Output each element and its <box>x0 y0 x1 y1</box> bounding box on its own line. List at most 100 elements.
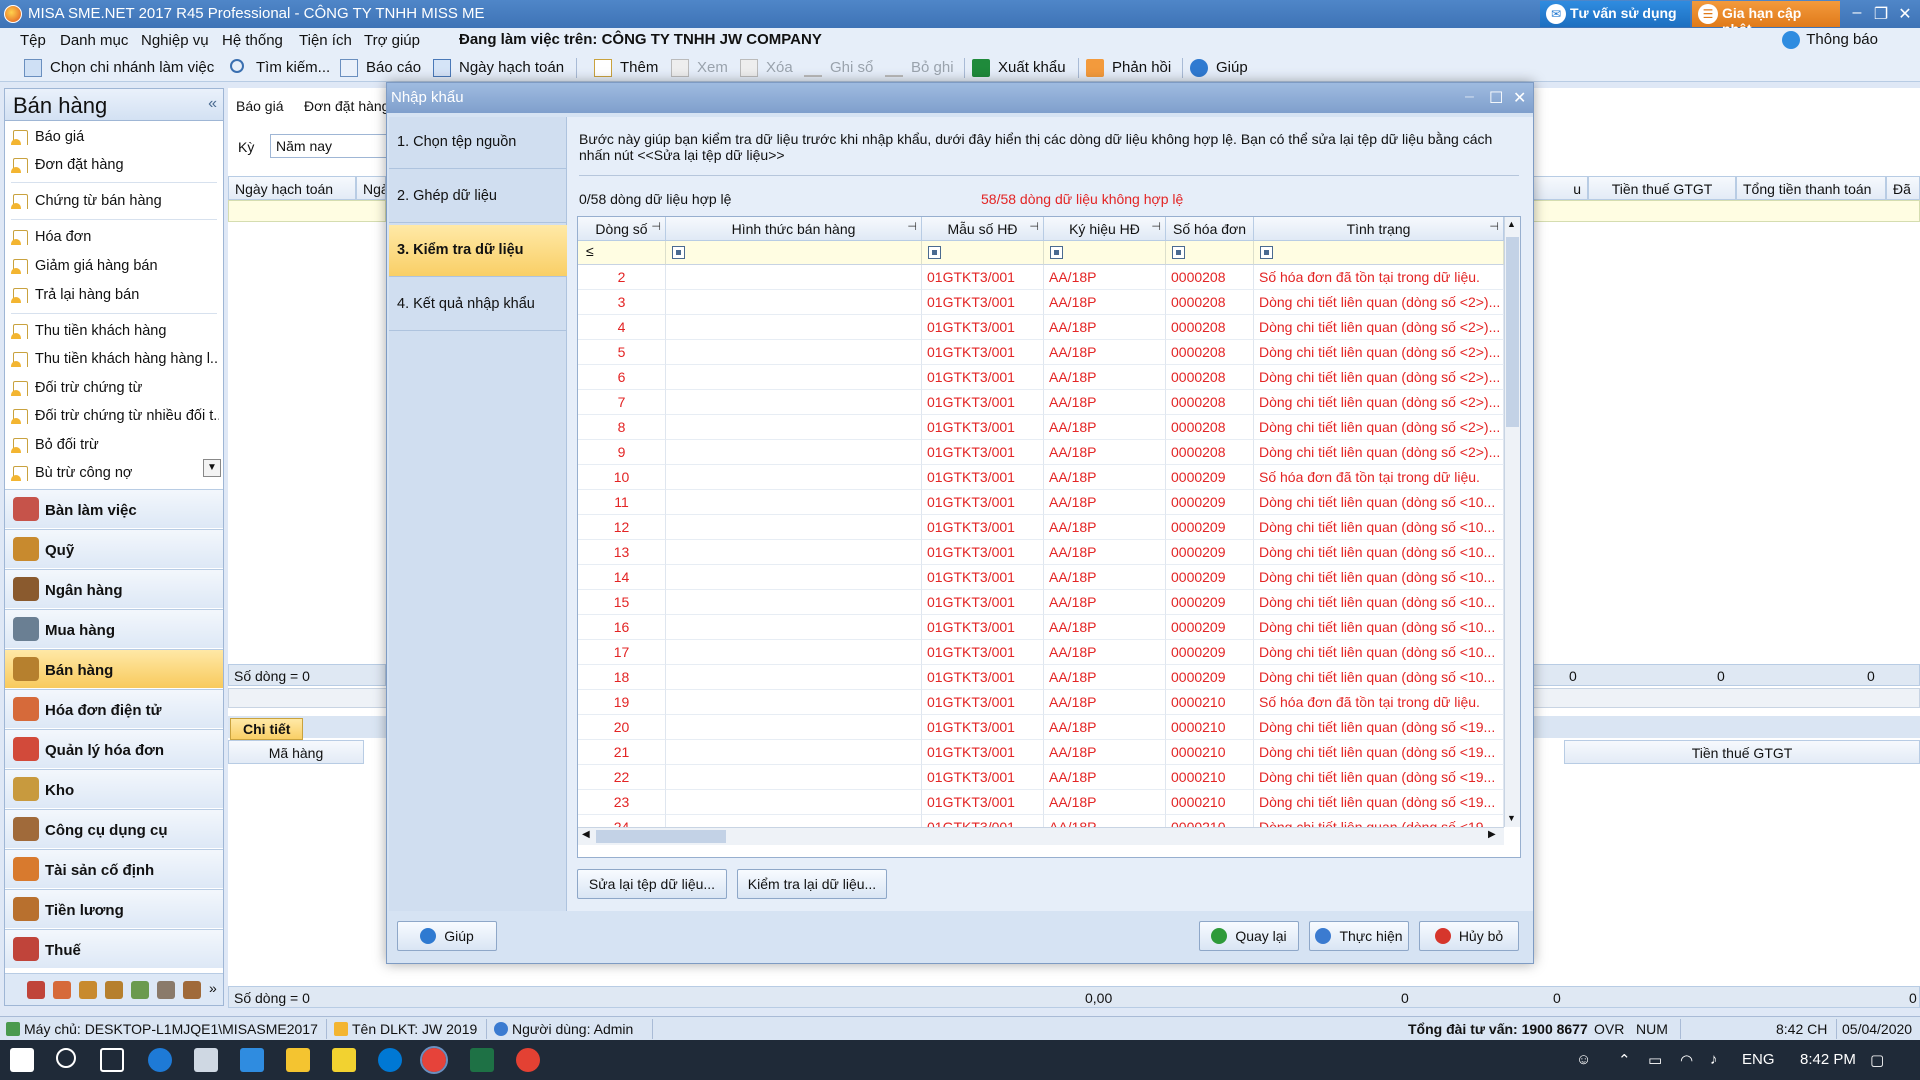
column-da[interactable]: Đã <box>1886 176 1920 200</box>
table-row[interactable]: 14 01GTKT3/001 AA/18P 0000209 Dòng chi tiết … <box>578 565 1504 590</box>
battery-icon[interactable]: ▭ <box>1648 1051 1662 1069</box>
dialog-maximize-icon[interactable]: ☐ <box>1489 88 1503 108</box>
nav-link-quote[interactable]: Báo giá <box>11 129 219 145</box>
table-row[interactable]: 9 01GTKT3/001 AA/18P 0000208 Dòng chi tiết l… <box>578 440 1504 465</box>
menu-catalog[interactable]: Danh mục <box>60 32 128 49</box>
people-icon[interactable]: ☺ <box>1576 1051 1591 1068</box>
recheck-data-button[interactable]: Kiểm tra lại dữ liệu... <box>737 869 887 899</box>
unpost-button[interactable]: Bỏ ghi <box>885 59 954 77</box>
collapse-icon[interactable]: « <box>208 95 217 113</box>
nav-link-return[interactable]: Trả lại hàng bán <box>11 287 219 303</box>
tab-order[interactable]: Đơn đặt hàng <box>304 98 389 114</box>
minimize-icon[interactable]: – <box>1846 4 1868 22</box>
chevron-up-icon[interactable]: ⌃ <box>1618 1051 1631 1069</box>
misa-app-icon[interactable] <box>420 1046 448 1074</box>
add-button[interactable]: Thêm <box>594 59 658 77</box>
column-line-no[interactable]: Dòng số ⊣ <box>578 217 666 241</box>
menu-file[interactable]: Tệp <box>20 32 46 49</box>
help-button[interactable]: Giúp <box>1190 59 1248 77</box>
edge-icon[interactable] <box>148 1048 172 1072</box>
detail-column-item[interactable]: Mã hàng <box>228 740 364 764</box>
support-button[interactable]: ✉ Tư vấn sử dụng <box>1540 1 1690 27</box>
scroll-down-icon[interactable]: ▼ <box>1507 813 1516 823</box>
detail-column-vat[interactable]: Tiền thuế GTGT <box>1564 740 1920 764</box>
nav-link-offset[interactable]: Đối trừ chứng từ <box>11 380 219 396</box>
nav-link-cancel-offset[interactable]: Bỏ đối trừ <box>11 437 219 453</box>
vertical-scrollbar[interactable]: ▲ ▼ <box>1504 217 1520 827</box>
tab-quote[interactable]: Báo giá <box>236 98 283 114</box>
feedback-button[interactable]: Phản hồi <box>1086 59 1171 77</box>
search-icon[interactable] <box>56 1048 76 1068</box>
dialog-minimize-icon[interactable]: – <box>1465 88 1474 106</box>
branch-button[interactable]: Chọn chi nhánh làm việc <box>24 59 214 77</box>
module-bank[interactable]: Ngân hàng <box>5 569 223 608</box>
tab-detail[interactable]: Chi tiết <box>230 718 304 740</box>
table-row[interactable]: 20 01GTKT3/001 AA/18P 0000210 Dòng chi tiết … <box>578 715 1504 740</box>
delete-button[interactable]: Xóa <box>740 59 793 77</box>
table-row[interactable]: 6 01GTKT3/001 AA/18P 0000208 Dòng chi tiết l… <box>578 365 1504 390</box>
column-total[interactable]: Tổng tiền thanh toán <box>1736 176 1886 200</box>
column-invoice-number[interactable]: Số hóa đơn <box>1166 217 1254 241</box>
sticky-notes-icon[interactable] <box>332 1048 356 1072</box>
scroll-thumb[interactable] <box>1506 237 1519 427</box>
column-posting-date[interactable]: Ngày hạch toán <box>228 176 356 200</box>
file-explorer-icon[interactable] <box>286 1048 310 1072</box>
search-button[interactable]: Tìm kiếm... <box>230 59 330 76</box>
taskbar-clock[interactable]: 8:42 PM <box>1800 1051 1856 1068</box>
column-ng[interactable]: Ngà <box>356 176 386 200</box>
dialog-close-icon[interactable]: ✕ <box>1513 88 1526 108</box>
excel-icon[interactable] <box>470 1048 494 1072</box>
table-row[interactable]: 12 01GTKT3/001 AA/18P 0000209 Dòng chi tiết … <box>578 515 1504 540</box>
task-view-icon[interactable] <box>100 1048 124 1072</box>
table-row[interactable]: 10 01GTKT3/001 AA/18P 0000209 Số hóa đơn đã … <box>578 465 1504 490</box>
module-mini-icon[interactable] <box>27 981 45 999</box>
module-sales[interactable]: Bán hàng <box>5 649 223 688</box>
period-select[interactable]: Năm nay <box>270 134 390 158</box>
table-row[interactable]: 3 01GTKT3/001 AA/18P 0000208 Dòng chi tiết l… <box>578 290 1504 315</box>
module-tools[interactable]: Công cụ dụng cụ <box>5 809 223 848</box>
module-mini-icon[interactable] <box>131 981 149 999</box>
module-e-invoice[interactable]: Hóa đơn điện tử <box>5 689 223 728</box>
table-row[interactable]: 16 01GTKT3/001 AA/18P 0000209 Dòng chi tiết … <box>578 615 1504 640</box>
module-fixed-assets[interactable]: Tài sản cố định <box>5 849 223 888</box>
edit-file-button[interactable]: Sửa lại tệp dữ liệu... <box>577 869 727 899</box>
filter-line-no[interactable]: ≤ <box>578 241 666 265</box>
restore-icon[interactable]: ❐ <box>1870 4 1892 24</box>
table-row[interactable]: 17 01GTKT3/001 AA/18P 0000209 Dòng chi tiết … <box>578 640 1504 665</box>
module-tax[interactable]: Thuế <box>5 929 223 968</box>
close-icon[interactable]: ✕ <box>1894 4 1916 24</box>
nav-link-sales-voucher[interactable]: Chứng từ bán hàng <box>11 193 219 209</box>
module-purchase[interactable]: Mua hàng <box>5 609 223 648</box>
store-icon[interactable] <box>194 1048 218 1072</box>
mail-icon[interactable] <box>240 1048 264 1072</box>
filter-row[interactable] <box>228 200 386 222</box>
filter-status[interactable] <box>1254 241 1504 265</box>
filter-invoice-number[interactable] <box>1166 241 1254 265</box>
nav-link-debt-clearing[interactable]: Bù trừ công nợ <box>11 465 219 481</box>
export-button[interactable]: Xuất khẩu <box>972 59 1066 77</box>
nav-link-offset-multi[interactable]: Đối trừ chứng từ nhiều đối t... <box>11 408 219 424</box>
step-choose-source[interactable]: 1. Chọn tệp nguồn <box>389 117 567 169</box>
column-invoice-template[interactable]: Mẫu số HĐ ⊣ <box>922 217 1044 241</box>
table-row[interactable]: 15 01GTKT3/001 AA/18P 0000209 Dòng chi tiết … <box>578 590 1504 615</box>
column-vat[interactable]: Tiền thuế GTGT <box>1588 176 1736 200</box>
messenger-icon[interactable] <box>378 1048 402 1072</box>
volume-icon[interactable]: ♪ <box>1710 1051 1718 1068</box>
report-button[interactable]: Báo cáo <box>340 59 421 77</box>
scroll-up-icon[interactable]: ▲ <box>1507 219 1516 229</box>
module-mini-icon[interactable] <box>183 981 201 999</box>
menu-system[interactable]: Hệ thống <box>222 32 283 49</box>
step-import-result[interactable]: 4. Kết quả nhập khẩu <box>389 279 567 331</box>
more-modules-icon[interactable]: » <box>209 980 217 996</box>
filter-invoice-template[interactable] <box>922 241 1044 265</box>
filter-invoice-symbol[interactable] <box>1044 241 1166 265</box>
scroll-thumb[interactable] <box>596 830 726 843</box>
windows-start-icon[interactable] <box>10 1048 34 1072</box>
module-cash[interactable]: Quỹ <box>5 529 223 568</box>
notification-center-icon[interactable]: ▢ <box>1870 1051 1884 1069</box>
view-button[interactable]: Xem <box>671 59 728 77</box>
module-mini-icon[interactable] <box>53 981 71 999</box>
nav-link-receipt[interactable]: Thu tiền khách hàng <box>11 323 219 339</box>
table-row[interactable]: 8 01GTKT3/001 AA/18P 0000208 Dòng chi tiết l… <box>578 415 1504 440</box>
module-payroll[interactable]: Tiền lương <box>5 889 223 928</box>
